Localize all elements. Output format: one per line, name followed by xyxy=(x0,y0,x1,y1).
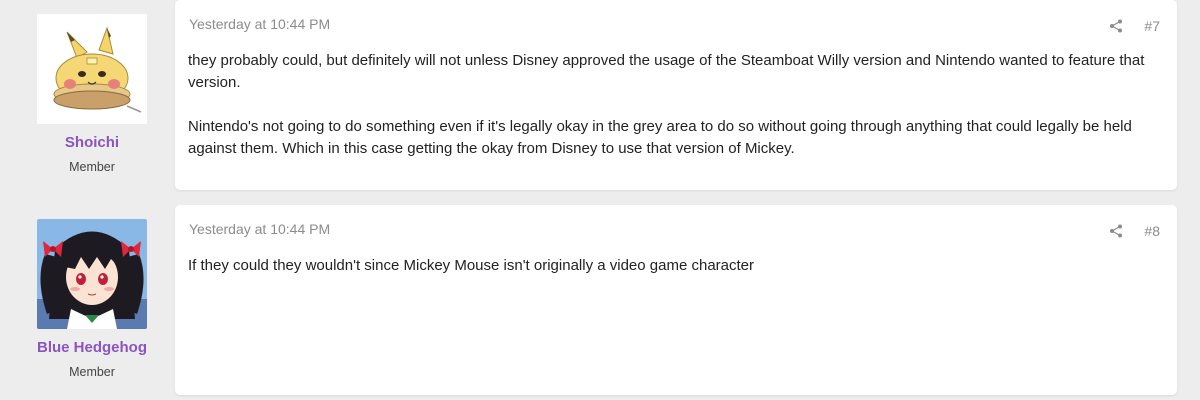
share-icon[interactable] xyxy=(1109,224,1123,238)
user-title: Member xyxy=(69,365,115,379)
user-cell: Blue Hedgehog Member xyxy=(0,205,175,400)
post-paragraph: Nintendo's not going to do something eve… xyxy=(188,118,1132,157)
user-title: Member xyxy=(69,160,115,174)
share-icon[interactable] xyxy=(1109,19,1123,33)
post-8: Blue Hedgehog Member Yesterday at 10:44 … xyxy=(0,205,1200,400)
post-7: Shoichi Member Yesterday at 10:44 PM #7 … xyxy=(0,0,1200,195)
avatar[interactable] xyxy=(37,219,147,329)
post-number[interactable]: #8 xyxy=(1144,223,1160,239)
avatar[interactable] xyxy=(37,14,147,124)
pikachu-pancake-avatar-icon xyxy=(37,14,147,124)
username[interactable]: Blue Hedgehog xyxy=(0,339,184,356)
post-date[interactable]: Yesterday at 10:44 PM xyxy=(189,221,330,237)
post-paragraph: If they could they wouldn't since Mickey… xyxy=(188,257,755,274)
user-cell: Shoichi Member xyxy=(0,0,175,195)
thread: Shoichi Member Yesterday at 10:44 PM #7 … xyxy=(0,0,1200,400)
post-date[interactable]: Yesterday at 10:44 PM xyxy=(189,16,330,32)
message-body: Yesterday at 10:44 PM #8 If they could t… xyxy=(175,205,1177,395)
message-body: Yesterday at 10:44 PM #7 they probably c… xyxy=(175,0,1177,190)
post-paragraph: they probably could, but definitely will… xyxy=(188,52,1145,91)
username[interactable]: Shoichi xyxy=(0,134,184,151)
post-number[interactable]: #7 xyxy=(1144,18,1160,34)
post-text: If they could they wouldn't since Mickey… xyxy=(188,255,1168,277)
anime-girl-avatar-icon xyxy=(37,219,147,329)
post-text: they probably could, but definitely will… xyxy=(188,50,1168,160)
